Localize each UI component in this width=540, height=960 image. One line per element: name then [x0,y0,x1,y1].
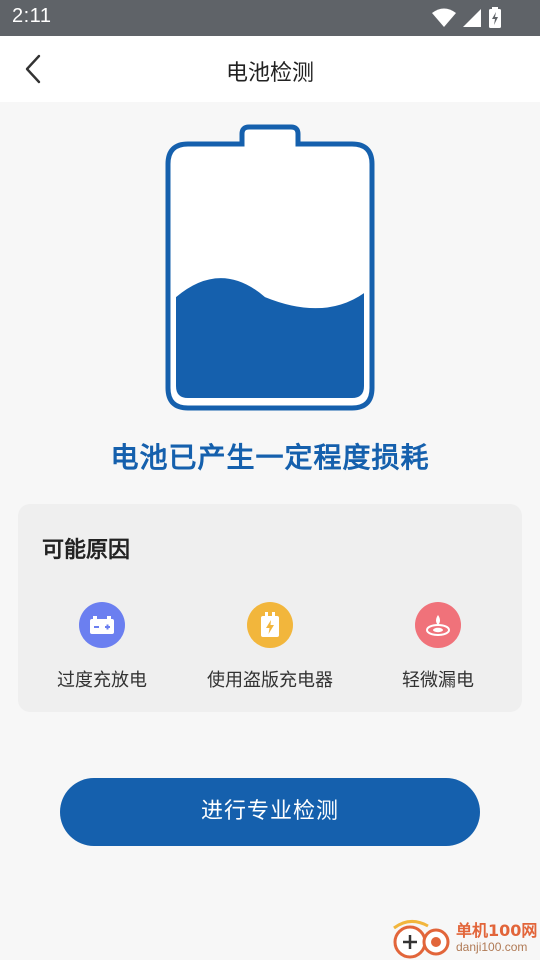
leak-icon [426,615,450,636]
status-bar: 2:11 [0,0,540,36]
status-time: 2:11 [12,5,52,27]
watermark-logo-icon [393,920,450,959]
page-title: 电池检测 [225,61,314,86]
watermark-name: 单机100网 [456,921,538,940]
status-icons [432,7,502,29]
battery-plus-minus-icon [90,616,114,634]
battery-charging-icon [489,7,501,28]
wifi-icon [432,8,456,27]
reasons-card: 可能原因 过度充放电 使用盗版充电器 轻微漏电 [18,504,522,712]
reason-icon-bg [247,602,293,648]
reason-icon-bg [79,602,125,648]
result-headline: 电池已产生一定程度损耗 [110,441,430,474]
start-professional-test-button[interactable]: 进行专业检测 [60,778,480,846]
reason-label: 轻微漏电 [402,670,474,691]
reason-label: 使用盗版充电器 [207,670,333,691]
cell-signal-icon [463,9,481,27]
reason-item-overcharge: 过度充放电 [18,602,186,692]
app-bar: 电池检测 [0,36,540,102]
charger-icon [261,612,279,637]
watermark-url: danji100.com [456,940,528,954]
reason-item-pirated-charger: 使用盗版充电器 [186,602,354,692]
watermark-logo: 单机100网 danji100.com [388,916,540,960]
reasons-title: 可能原因 [42,538,131,563]
reason-label: 过度充放电 [57,670,147,691]
reason-item-leakage: 轻微漏电 [354,602,522,692]
battery-illustration [165,124,375,411]
reason-icon-bg [415,602,461,648]
